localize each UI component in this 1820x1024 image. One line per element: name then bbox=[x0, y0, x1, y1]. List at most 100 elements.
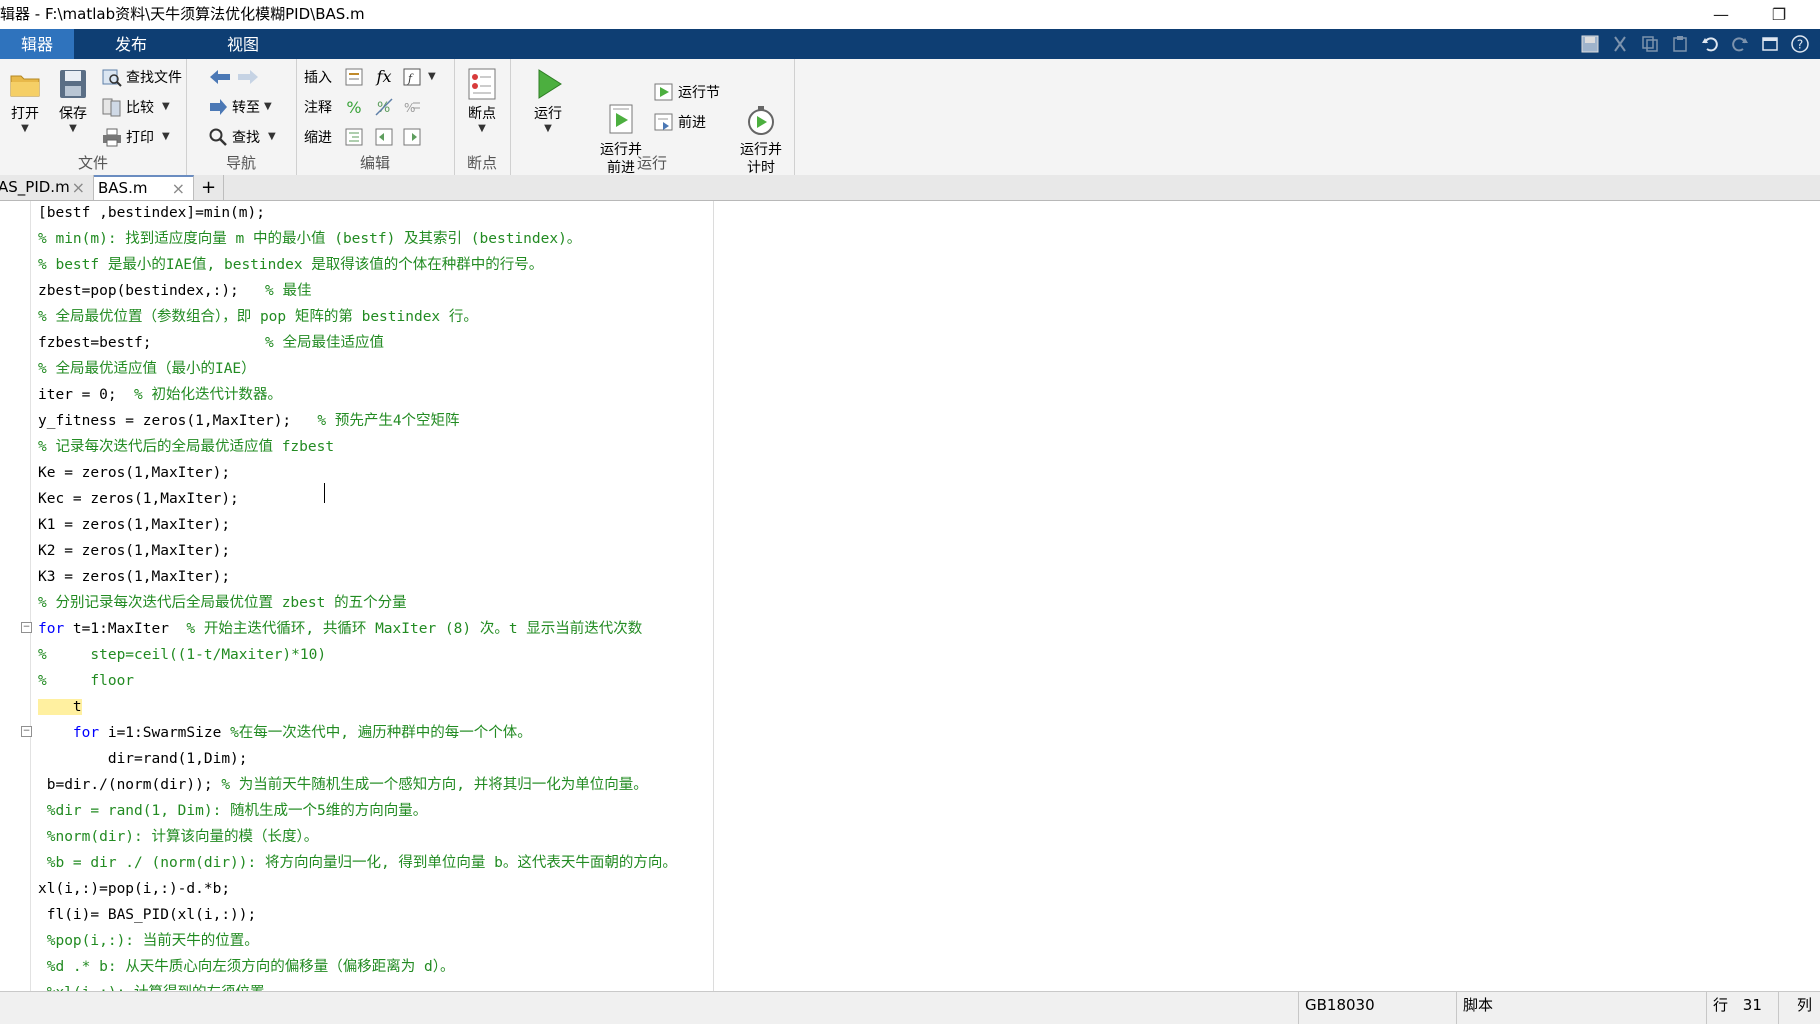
code-line[interactable]: K2 = zeros(1,MaxIter); bbox=[38, 539, 230, 563]
window-icon[interactable] bbox=[1758, 32, 1782, 56]
code-line[interactable]: K1 = zeros(1,MaxIter); bbox=[38, 513, 230, 537]
cut-icon[interactable] bbox=[1608, 32, 1632, 56]
goto-button[interactable]: 转至 ▼ bbox=[208, 94, 272, 120]
save-button[interactable]: 保存 ▼ bbox=[52, 67, 94, 135]
code-line[interactable]: %dir = rand(1, Dim): 随机生成一个5维的方向向量。 bbox=[38, 799, 428, 823]
increase-indent-icon[interactable] bbox=[400, 125, 424, 149]
code-line[interactable]: b=dir./(norm(dir)); % 为当前天牛随机生成一个感知方向, 并… bbox=[38, 773, 648, 797]
close-tab-icon[interactable]: × bbox=[72, 175, 85, 200]
open-dropdown-icon[interactable]: ▼ bbox=[4, 123, 46, 135]
run-section-button[interactable]: 运行节 bbox=[654, 79, 720, 105]
forward-arrow-icon[interactable] bbox=[236, 65, 260, 89]
save-dropdown-icon[interactable]: ▼ bbox=[52, 123, 94, 135]
code-line[interactable]: zbest=pop(bestindex,:); % 最佳 bbox=[38, 279, 311, 303]
run-section-icon bbox=[654, 82, 674, 102]
comment-label[interactable]: 注释 bbox=[304, 94, 332, 120]
open-label: 打开 bbox=[11, 106, 39, 122]
undo-icon[interactable] bbox=[1698, 32, 1722, 56]
folder-open-icon bbox=[8, 67, 42, 101]
breakpoints-button[interactable]: 断点 ▼ bbox=[460, 67, 504, 135]
find-label: 查找 bbox=[232, 130, 260, 146]
section-label-breakpoints: 断点 bbox=[466, 154, 497, 172]
code-line[interactable]: Kec = zeros(1,MaxIter); bbox=[38, 487, 239, 511]
code-line[interactable]: for i=1:SwarmSize %在每一次迭代中, 遍历种群中的每一个个体。 bbox=[38, 721, 532, 745]
code-line[interactable]: fl(i)= BAS_PID(xl(i,:)); bbox=[38, 903, 257, 927]
code-line[interactable]: % bestf 是最小的IAE值, bestindex 是取得该值的个体在种群中… bbox=[38, 253, 543, 277]
code-text: t bbox=[38, 699, 82, 715]
find-dropdown-icon[interactable]: ▼ bbox=[268, 131, 276, 143]
help-icon[interactable]: ? bbox=[1788, 32, 1812, 56]
breakpoints-dropdown-icon[interactable]: ▼ bbox=[460, 123, 504, 135]
fold-toggle-icon[interactable]: − bbox=[21, 622, 32, 633]
find-files-button[interactable]: 查找文件 bbox=[102, 64, 182, 90]
run-button[interactable]: 运行 ▼ bbox=[526, 67, 570, 135]
print-dropdown-icon[interactable]: ▼ bbox=[162, 131, 170, 143]
decrease-indent-icon[interactable] bbox=[372, 125, 396, 149]
code-line[interactable]: % 全局最优适应值（最小的IAE） bbox=[38, 357, 256, 381]
advance-button[interactable]: 前进 bbox=[654, 109, 706, 135]
code-line[interactable]: for t=1:MaxIter % 开始主迭代循环, 共循环 MaxIter (… bbox=[38, 617, 642, 641]
insert-script-icon[interactable]: f bbox=[400, 65, 424, 89]
goto-dropdown-icon[interactable]: ▼ bbox=[264, 101, 272, 113]
code-line[interactable]: %b = dir ./ (norm(dir)): 将方向向量归一化, 得到单位向… bbox=[38, 851, 677, 875]
code-line[interactable]: fzbest=bestf; % 全局最佳适应值 bbox=[38, 331, 384, 355]
compare-button[interactable]: 比较 ▼ bbox=[102, 94, 170, 120]
paste-icon[interactable] bbox=[1668, 32, 1692, 56]
back-arrow-icon[interactable] bbox=[208, 65, 232, 89]
insert-label[interactable]: 插入 bbox=[304, 64, 332, 90]
fold-toggle-icon[interactable]: − bbox=[21, 726, 32, 737]
code-line[interactable]: [bestf ,bestindex]=min(m); bbox=[38, 201, 265, 225]
code-line[interactable]: xl(i,:)=pop(i,:)-d.*b; bbox=[38, 877, 230, 901]
redo-icon[interactable] bbox=[1728, 32, 1752, 56]
save-icon[interactable] bbox=[1578, 32, 1602, 56]
editor-gutter[interactable] bbox=[0, 201, 31, 991]
code-line[interactable]: y_fitness = zeros(1,MaxIter); % 预先产生4个空矩… bbox=[38, 409, 460, 433]
insert-function-fx[interactable]: fx bbox=[372, 64, 396, 88]
indent-label[interactable]: 缩进 bbox=[304, 124, 332, 150]
file-tab-bas-pid[interactable]: AS_PID.m × bbox=[0, 175, 94, 200]
find-button[interactable]: 查找 ▼ bbox=[208, 124, 276, 150]
code-line[interactable]: % 记录每次迭代后的全局最优适应值 fzbest bbox=[38, 435, 334, 459]
code-editor[interactable]: − − [bestf ,bestindex]=min(m); % min(m): … bbox=[0, 201, 1820, 991]
tab-editor[interactable]: 辑器 bbox=[0, 29, 74, 59]
code-line[interactable]: % min(m): 找到适应度向量 m 中的最小值 (bestf) 及其索引 (… bbox=[38, 227, 581, 251]
restore-button[interactable]: ❐ bbox=[1756, 0, 1802, 29]
tab-view[interactable]: 视图 bbox=[188, 29, 298, 59]
code-line[interactable]: iter = 0; % 初始化迭代计数器。 bbox=[38, 383, 282, 407]
print-button[interactable]: 打印 ▼ bbox=[102, 124, 170, 150]
uncomment-icon[interactable]: % bbox=[372, 95, 396, 119]
code-line[interactable]: % step=ceil((1-t/Maxiter)*10) bbox=[38, 643, 326, 667]
code-comment: % 全局最优位置（参数组合），即 pop 矩阵的第 bestindex 行。 bbox=[38, 309, 478, 325]
comment-percent[interactable]: % bbox=[342, 95, 366, 119]
insert-section-icon[interactable] bbox=[342, 65, 366, 89]
code-line[interactable]: %xl(i,:): 计算得到的左须位置 bbox=[38, 981, 265, 991]
code-line[interactable]: % 全局最优位置（参数组合），即 pop 矩阵的第 bestindex 行。 bbox=[38, 305, 478, 329]
smart-indent-icon[interactable] bbox=[342, 125, 366, 149]
copy-icon[interactable] bbox=[1638, 32, 1662, 56]
compare-dropdown-icon[interactable]: ▼ bbox=[162, 101, 170, 113]
ribbon-tab-bar: 辑器 发布 视图 ? bbox=[0, 29, 1820, 59]
code-line[interactable]: % floor bbox=[38, 669, 134, 693]
code-line[interactable]: Ke = zeros(1,MaxIter); bbox=[38, 461, 230, 485]
search-icon bbox=[208, 127, 228, 147]
wrap-comments-icon[interactable]: % bbox=[400, 95, 424, 119]
code-line[interactable]: % 分别记录每次迭代后全局最优位置 zbest 的五个分量 bbox=[38, 591, 407, 615]
new-tab-button[interactable]: + bbox=[194, 175, 224, 200]
tab-publish[interactable]: 发布 bbox=[74, 29, 188, 59]
compare-label: 比较 bbox=[126, 100, 154, 116]
code-line[interactable]: %norm(dir): 计算该向量的模（长度）。 bbox=[38, 825, 319, 849]
code-line[interactable]: %d .* b: 从天牛质心向左须方向的偏移量（偏移距离为 d）。 bbox=[38, 955, 455, 979]
code-line[interactable]: dir=rand(1,Dim); bbox=[38, 747, 248, 771]
code-comment: % 全局最佳适应值 bbox=[264, 335, 384, 351]
code-line[interactable]: t bbox=[38, 695, 82, 719]
open-button[interactable]: 打开 ▼ bbox=[4, 67, 46, 135]
run-label: 运行 bbox=[534, 106, 562, 122]
insert-dropdown-icon[interactable]: ▼ bbox=[428, 71, 436, 83]
file-tab-bas[interactable]: BAS.m × bbox=[94, 175, 194, 200]
text-caret bbox=[324, 483, 325, 503]
code-line[interactable]: K3 = zeros(1,MaxIter); bbox=[38, 565, 230, 589]
code-line[interactable]: %pop(i,:): 当前天牛的位置。 bbox=[38, 929, 259, 953]
minimize-button[interactable]: — bbox=[1698, 0, 1744, 29]
close-tab-icon[interactable]: × bbox=[172, 177, 185, 200]
run-dropdown-icon[interactable]: ▼ bbox=[526, 123, 570, 135]
